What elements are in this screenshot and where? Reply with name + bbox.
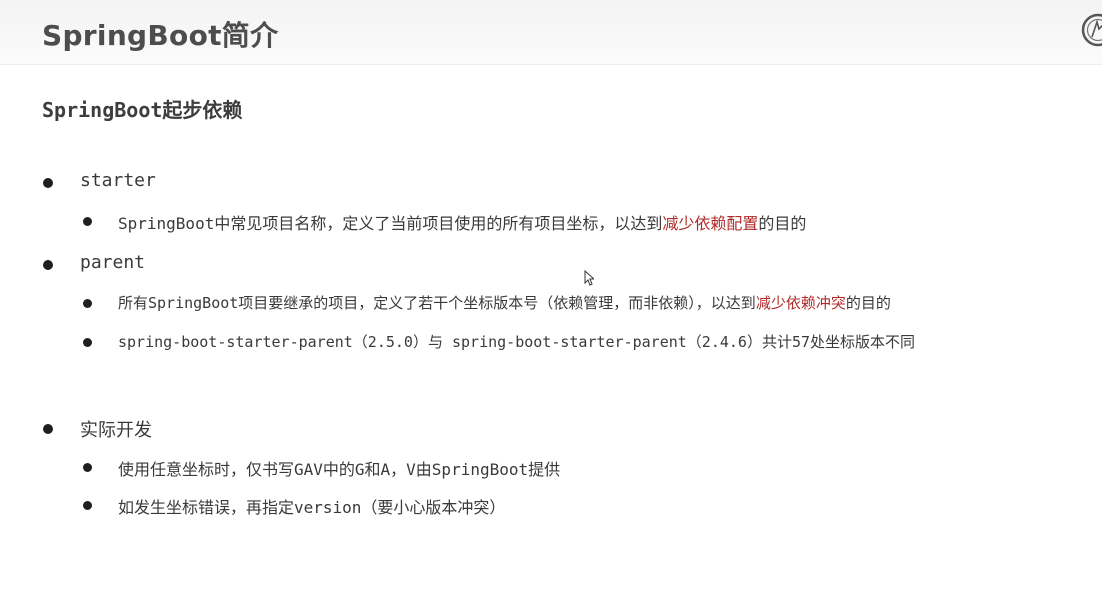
sub-bullet-text: 所有SpringBoot项目要继承的项目，定义了若干个坐标版本号（依赖管理，而非… bbox=[118, 294, 891, 312]
sub-bullet-text: spring-boot-starter-parent（2.5.0）与 sprin… bbox=[118, 333, 916, 351]
bullet-dot bbox=[83, 338, 92, 347]
sub-bullet-text: 如发生坐标错误，再指定version（要小心版本冲突） bbox=[118, 498, 506, 517]
section-subtitle: SpringBoot起步依赖 bbox=[42, 98, 243, 122]
bullet-label: starter bbox=[80, 170, 156, 191]
bullet-label: 实际开发 bbox=[80, 420, 152, 441]
highlight-text: 减少依赖冲突 bbox=[755, 294, 846, 312]
slide-header: SpringBoot简介 bbox=[0, 0, 1102, 65]
slide-title: SpringBoot简介 bbox=[42, 19, 279, 52]
bullet-dot bbox=[43, 178, 53, 188]
bullet-dot bbox=[83, 463, 92, 472]
circular-logo-icon bbox=[1081, 13, 1102, 47]
bullet-label: parent bbox=[80, 252, 146, 273]
bullet-dot bbox=[83, 299, 92, 308]
bullet-dot bbox=[83, 217, 92, 226]
bullet-dot bbox=[43, 260, 53, 270]
mouse-cursor-icon bbox=[584, 270, 594, 286]
bullet-dot bbox=[83, 501, 92, 510]
bullet-dot bbox=[43, 424, 53, 434]
highlight-text: 减少依赖配置 bbox=[662, 214, 759, 233]
sub-bullet-text: SpringBoot中常见项目名称，定义了当前项目使用的所有项目坐标，以达到减少… bbox=[118, 214, 807, 233]
sub-bullet-text: 使用任意坐标时，仅书写GAV中的G和A，V由SpringBoot提供 bbox=[118, 460, 561, 479]
